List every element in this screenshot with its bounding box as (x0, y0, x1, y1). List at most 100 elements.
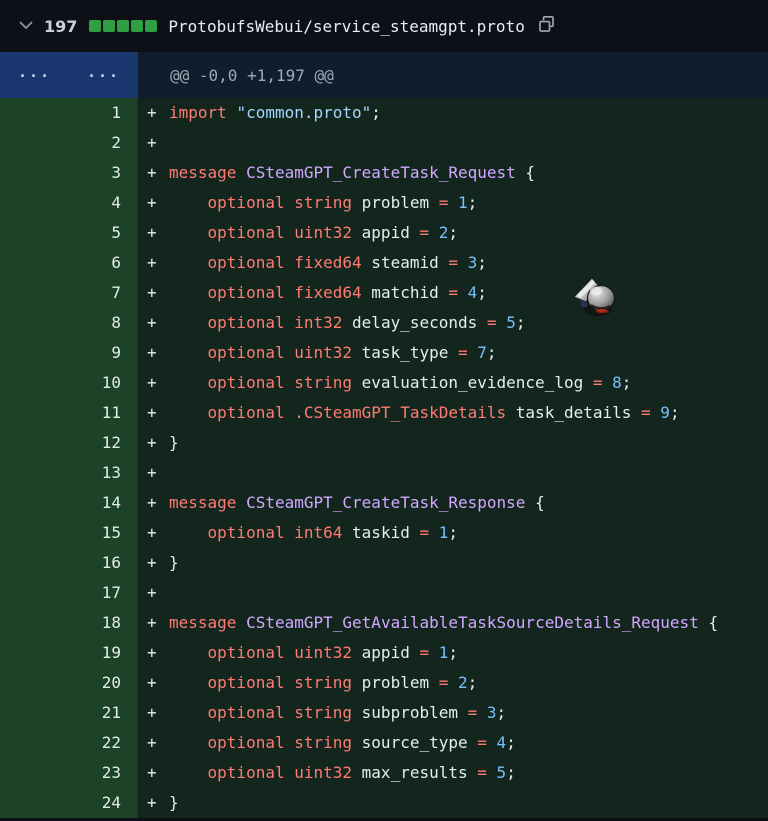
line-number[interactable]: 2 (0, 128, 138, 158)
hunk-gutter: ... ... (0, 52, 138, 98)
line-number[interactable]: 19 (0, 638, 138, 668)
line-number[interactable]: 16 (0, 548, 138, 578)
line-number[interactable]: 20 (0, 668, 138, 698)
line-number[interactable]: 5 (0, 218, 138, 248)
line-number[interactable]: 18 (0, 608, 138, 638)
line-number[interactable]: 6 (0, 248, 138, 278)
code-line-content: + optional uint32 max_results = 5; (138, 758, 768, 788)
code-line-content: + optional string evaluation_evidence_lo… (138, 368, 768, 398)
line-number[interactable]: 13 (0, 458, 138, 488)
code-line-row: 19 + optional uint32 appid = 1; (0, 638, 768, 668)
code-line-row: 1 + import "common.proto"; (0, 98, 768, 128)
copy-icon (537, 15, 556, 37)
line-number[interactable]: 22 (0, 728, 138, 758)
line-number[interactable]: 14 (0, 488, 138, 518)
diff-add-sign: + (147, 373, 157, 392)
code-line-row: 16 +} (0, 548, 768, 578)
code-line-row: 9 + optional uint32 task_type = 7; (0, 338, 768, 368)
diffstat-square (103, 20, 116, 32)
code-line-row: 23 + optional uint32 max_results = 5; (0, 758, 768, 788)
file-header: 197 ProtobufsWebui/service_steamgpt.prot… (0, 0, 768, 52)
diff-add-sign: + (147, 793, 157, 812)
code-line-row: 5 + optional uint32 appid = 2; (0, 218, 768, 248)
diff-add-sign: + (147, 163, 157, 182)
diff-add-sign: + (147, 553, 157, 572)
diff-add-sign: + (147, 583, 157, 602)
line-number[interactable]: 17 (0, 578, 138, 608)
code-line-row: 11 + optional .CSteamGPT_TaskDetails task… (0, 398, 768, 428)
diff-file-view: 197 ProtobufsWebui/service_steamgpt.prot… (0, 0, 768, 821)
code-line-content: + optional string problem = 2; (138, 668, 768, 698)
code-line-row: 14 + message CSteamGPT_CreateTask_Response… (0, 488, 768, 518)
additions-count: 197 (44, 16, 78, 36)
diff-add-sign: + (147, 103, 157, 122)
code-line-content: +} (138, 428, 768, 458)
diff-add-sign: + (147, 253, 157, 272)
line-number[interactable]: 4 (0, 188, 138, 218)
diffstat-squares (89, 20, 158, 32)
diff-add-sign: + (147, 703, 157, 722)
code-line-content: +} (138, 788, 768, 818)
diff-add-sign: + (147, 673, 157, 692)
diffstat-square (145, 20, 158, 32)
code-line-content: + optional .CSteamGPT_TaskDetails task_d… (138, 398, 768, 428)
code-line-content: + optional uint32 appid = 2; (138, 218, 768, 248)
code-line-row: 15 + optional int64 taskid = 1; (0, 518, 768, 548)
diff-add-sign: + (147, 343, 157, 362)
diff-add-sign: + (147, 463, 157, 482)
diff-add-sign: + (147, 313, 157, 332)
diffstat-square (89, 20, 102, 32)
code-line-content: +} (138, 548, 768, 578)
diff-add-sign: + (147, 763, 157, 782)
code-line-content: + optional fixed64 steamid = 3; (138, 248, 768, 278)
line-number[interactable]: 10 (0, 368, 138, 398)
code-line-row: 21 + optional string subproblem = 3; (0, 698, 768, 728)
diff-add-sign: + (147, 523, 157, 542)
diff-add-sign: + (147, 403, 157, 422)
code-line-row: 10 + optional string evaluation_evidence_… (0, 368, 768, 398)
line-number[interactable]: 1 (0, 98, 138, 128)
code-line-row: 6 + optional fixed64 steamid = 3; (0, 248, 768, 278)
expand-hunk-new-button[interactable]: ... (69, 52, 138, 98)
line-number[interactable]: 21 (0, 698, 138, 728)
code-line-row: 3 + message CSteamGPT_CreateTask_Request { (0, 158, 768, 188)
code-line-content: + optional uint32 task_type = 7; (138, 338, 768, 368)
code-line-content: + optional int64 taskid = 1; (138, 518, 768, 548)
diffstat-square (131, 20, 144, 32)
chevron-down-icon (18, 17, 34, 36)
line-number[interactable]: 15 (0, 518, 138, 548)
line-number[interactable]: 8 (0, 308, 138, 338)
line-number[interactable]: 3 (0, 158, 138, 188)
diff-add-sign: + (147, 733, 157, 752)
diffstat-square (117, 20, 130, 32)
code-line-row: 7 + optional fixed64 matchid = 4; (0, 278, 768, 308)
diff-add-sign: + (147, 433, 157, 452)
code-line-row: 13 + (0, 458, 768, 488)
line-number[interactable]: 12 (0, 428, 138, 458)
code-line-content: + optional string subproblem = 3; (138, 698, 768, 728)
line-number[interactable]: 9 (0, 338, 138, 368)
collapse-file-button[interactable] (16, 16, 36, 36)
diff-add-sign: + (147, 133, 157, 152)
code-line-row: 20 + optional string problem = 2; (0, 668, 768, 698)
expand-hunk-old-button[interactable]: ... (0, 52, 69, 98)
code-line-content: + (138, 578, 768, 608)
line-number[interactable]: 11 (0, 398, 138, 428)
code-line-row: 18 + message CSteamGPT_GetAvailableTaskSou… (0, 608, 768, 638)
code-line-content: + optional fixed64 matchid = 4; (138, 278, 768, 308)
line-number[interactable]: 24 (0, 788, 138, 818)
diff-add-sign: + (147, 283, 157, 302)
copy-path-button[interactable] (537, 15, 556, 37)
code-line-row: 8 + optional int32 delay_seconds = 5; (0, 308, 768, 338)
diff-add-sign: + (147, 493, 157, 512)
file-name-link[interactable]: ProtobufsWebui/service_steamgpt.proto (168, 17, 524, 36)
code-line-content: + (138, 128, 768, 158)
code-line-content: + message CSteamGPT_GetAvailableTaskSourc… (138, 608, 768, 638)
line-number[interactable]: 7 (0, 278, 138, 308)
line-number[interactable]: 23 (0, 758, 138, 788)
code-line-content: + message CSteamGPT_CreateTask_Response { (138, 488, 768, 518)
code-line-row: 22 + optional string source_type = 4; (0, 728, 768, 758)
code-line-content: + message CSteamGPT_CreateTask_Request { (138, 158, 768, 188)
diff-add-sign: + (147, 613, 157, 632)
code-line-content: + optional int32 delay_seconds = 5; (138, 308, 768, 338)
